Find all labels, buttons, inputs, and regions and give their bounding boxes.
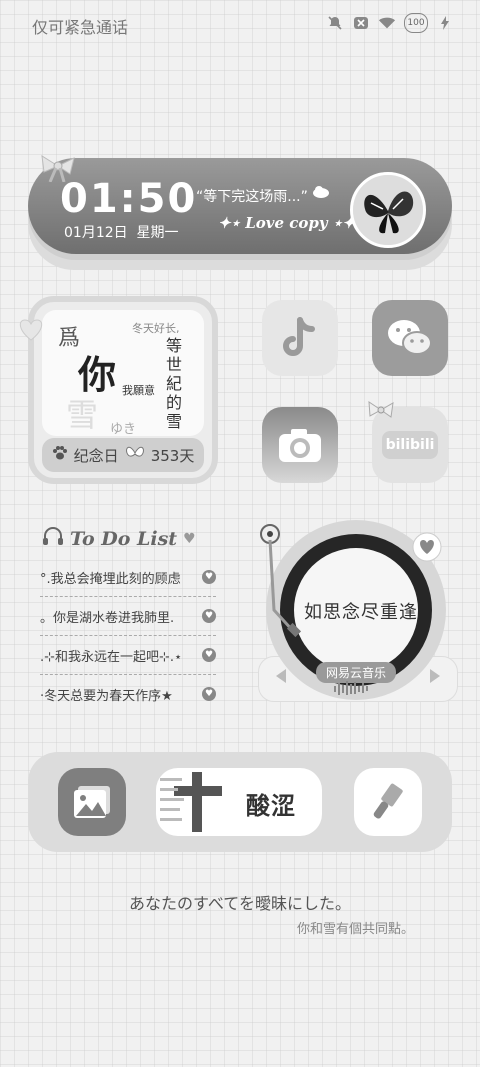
disc-text: 如思念尽重逢 bbox=[304, 602, 418, 623]
memorial-char: 雪 bbox=[66, 396, 99, 434]
clock-quote: “等下完这场雨...” bbox=[196, 189, 308, 205]
memorial-widget[interactable]: 爲 你 我願意 冬天好长, 雪 ゆき 等世紀的雪 纪念日 353天 bbox=[28, 296, 218, 484]
clock-time: 01:50 bbox=[60, 176, 198, 222]
camera-app-icon[interactable] bbox=[262, 407, 338, 483]
gallery-app-icon[interactable] bbox=[58, 768, 126, 836]
wechat-app-icon[interactable] bbox=[372, 300, 448, 376]
sim-off-icon bbox=[352, 14, 370, 32]
butterfly-icon bbox=[125, 444, 145, 466]
heart-icon: ♥ bbox=[202, 648, 216, 662]
memorial-collage: 爲 你 我願意 冬天好长, 雪 ゆき 等世紀的雪 bbox=[42, 310, 204, 437]
todo-item[interactable]: °.我总会掩埋此刻的顾虑 ♥ bbox=[40, 558, 216, 597]
headphones-icon bbox=[42, 526, 64, 551]
theme-brush-app-icon[interactable] bbox=[354, 768, 422, 836]
sour-banner[interactable]: 酸涩 bbox=[156, 768, 322, 836]
status-icons: 100 bbox=[326, 13, 454, 33]
heart-icon: ♥ bbox=[202, 609, 216, 623]
bow-small-icon bbox=[366, 400, 396, 426]
music-info: 网易云音乐 bbox=[0, 662, 480, 683]
memorial-char: 爲 bbox=[58, 326, 81, 351]
banner-text: 酸涩 bbox=[246, 792, 296, 820]
love-copy-text: ✦⋆ Love copy ⋆✦ bbox=[218, 214, 355, 232]
heart-icon: ♥ bbox=[202, 570, 216, 584]
music-disc-label: 如思念尽重逢 bbox=[294, 548, 418, 672]
waveform-icon bbox=[333, 680, 373, 700]
mute-icon bbox=[326, 14, 344, 32]
memorial-label: 纪念日 bbox=[73, 446, 119, 465]
battery-icon: 100 bbox=[404, 13, 428, 33]
tonearm-icon bbox=[260, 520, 304, 644]
butterfly-image bbox=[350, 172, 426, 248]
prev-button[interactable] bbox=[274, 668, 288, 688]
memorial-small-text: 冬天好长, bbox=[132, 322, 180, 335]
heart-badge-icon bbox=[412, 532, 442, 566]
memorial-footer: 纪念日 353天 bbox=[42, 438, 204, 472]
bilibili-label: bilibili bbox=[381, 431, 439, 459]
todo-title: To Do List ♥ bbox=[42, 526, 196, 551]
next-button[interactable] bbox=[428, 668, 442, 688]
memorial-char: 我願意 bbox=[122, 384, 155, 397]
heart-icon: ♥ bbox=[202, 687, 216, 701]
todo-item[interactable]: 。你是湖水卷进我肺里. ♥ bbox=[40, 597, 216, 636]
charging-icon bbox=[436, 14, 454, 32]
status-carrier: 仅可紧急通话 bbox=[32, 18, 129, 37]
footer-line-1: あなたのすべてを曖昧にした。 bbox=[129, 894, 351, 913]
heart-icon: ♥ bbox=[183, 530, 196, 547]
memorial-yuki: ゆき bbox=[110, 422, 137, 437]
memorial-vertical: 等世紀的雪 bbox=[166, 336, 183, 431]
tiktok-app-icon[interactable] bbox=[262, 300, 338, 376]
heart-icon bbox=[16, 318, 46, 346]
footer-line-2: 你和雪有個共同點。 bbox=[296, 922, 414, 937]
cloud-icon bbox=[312, 184, 330, 203]
paw-icon bbox=[52, 445, 68, 465]
clock-date: 01月12日 星期一 bbox=[64, 225, 179, 241]
wifi-icon bbox=[378, 14, 396, 32]
memorial-days: 353天 bbox=[150, 446, 195, 465]
